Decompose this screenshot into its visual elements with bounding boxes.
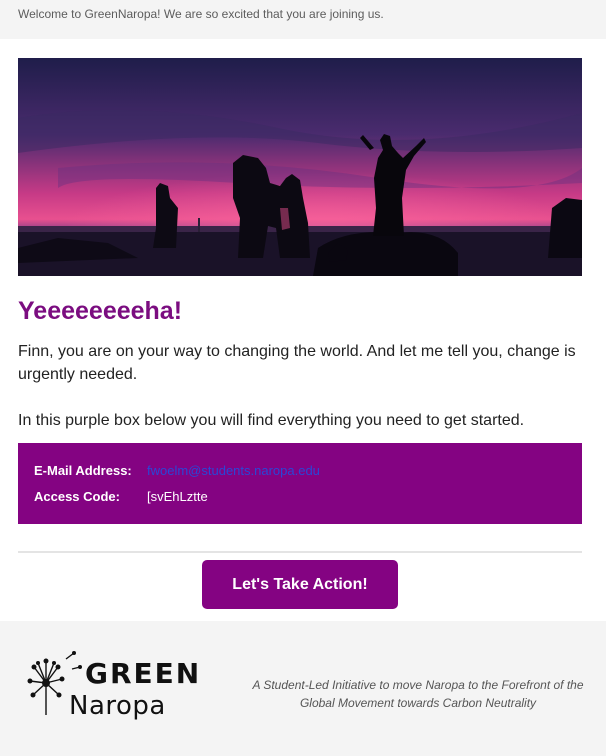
divider — [18, 551, 582, 553]
intro-paragraph: Finn, you are on your way to changing th… — [18, 343, 576, 383]
instructions-paragraph: In this purple box below you will find e… — [18, 412, 525, 429]
footer-tagline: A Student-Led Initiative to move Naropa … — [252, 678, 584, 710]
logo-text-naropa: Naropa — [69, 691, 166, 721]
access-code-label: Access Code: — [34, 489, 120, 504]
preheader-text: Welcome to GreenNaropa! We are so excite… — [18, 7, 384, 21]
take-action-button[interactable]: Let's Take Action! — [202, 560, 398, 609]
email-link[interactable]: fwoelm@students.naropa.edu — [147, 463, 320, 478]
headline: Yeeeeeeeeha! — [18, 297, 183, 325]
email-label: E-Mail Address: — [34, 463, 132, 478]
hero-image — [18, 58, 582, 276]
footer: GREEN Naropa A Student-Led Initiative to… — [0, 621, 606, 756]
access-code-value: [svEhLztte — [147, 489, 208, 504]
credentials-box: E-Mail Address: fwoelm@students.naropa.e… — [18, 443, 582, 524]
logo-text-green: GREEN — [85, 657, 202, 690]
email-card: Yeeeeeeeeha! Finn, you are on your way t… — [0, 39, 606, 621]
green-naropa-logo[interactable]: GREEN Naropa — [24, 645, 199, 725]
